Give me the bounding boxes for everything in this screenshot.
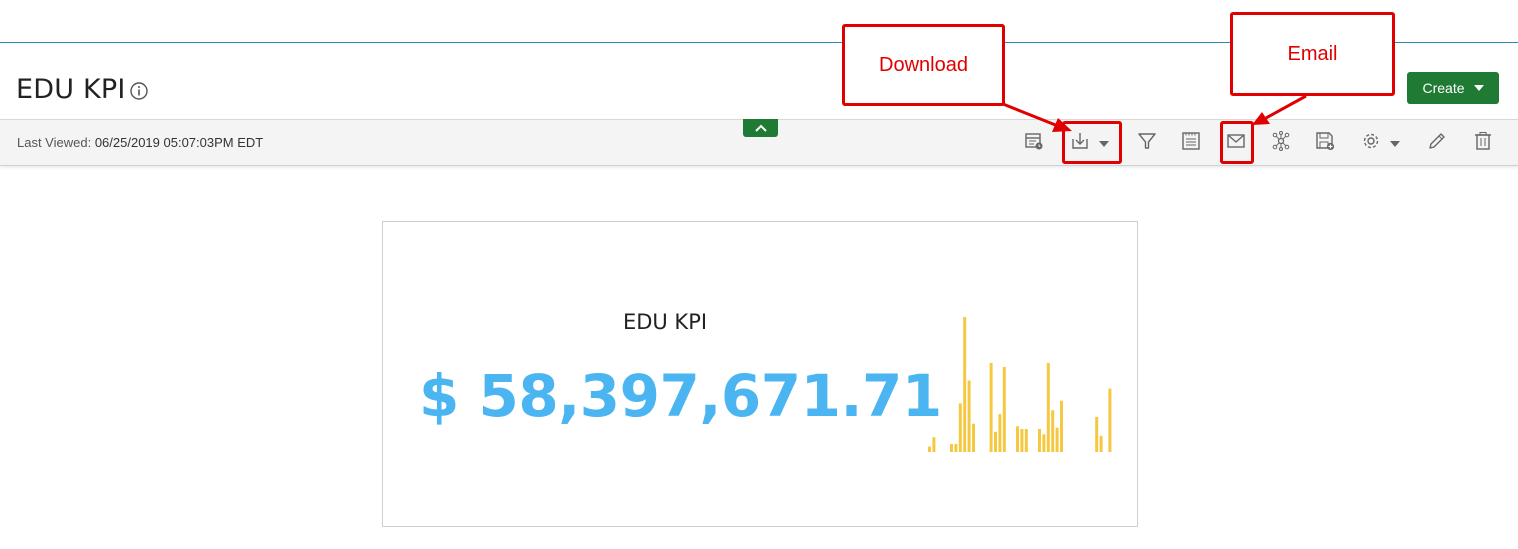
download-highlight xyxy=(1062,121,1122,164)
sparkline-bar xyxy=(950,443,953,452)
settings-dropdown-icon[interactable] xyxy=(1390,141,1400,147)
chevron-down-icon xyxy=(1473,85,1484,91)
sparkline-bar xyxy=(1038,429,1041,452)
sparkline-bar xyxy=(928,446,931,452)
create-button[interactable]: Create xyxy=(1407,72,1499,104)
save-as-icon[interactable] xyxy=(1314,130,1336,152)
sparkline-bar xyxy=(1002,367,1006,452)
kpi-value: $ 58,397,671.71 xyxy=(419,362,942,430)
sparkline-bar xyxy=(1099,435,1103,452)
create-button-label: Create xyxy=(1422,80,1465,96)
last-viewed-label: Last Viewed: xyxy=(17,135,92,150)
sparkline-bar xyxy=(1024,429,1028,452)
chevron-up-icon xyxy=(754,124,767,132)
sparkline-bar xyxy=(1095,416,1099,452)
sparkline-bar xyxy=(1016,426,1019,452)
sparkline-bar xyxy=(1060,400,1063,452)
download-callout-label: Download xyxy=(879,53,968,76)
email-callout: Email xyxy=(1230,12,1395,96)
kpi-title: EDU KPI xyxy=(622,310,708,334)
sparkline-bar xyxy=(972,423,975,452)
filter-icon[interactable] xyxy=(1136,130,1158,152)
email-highlight xyxy=(1220,121,1254,164)
sparkline-bar xyxy=(989,362,993,452)
kpi-card: EDU KPI $ 58,397,671.71 xyxy=(382,221,1138,527)
report-schedule-icon[interactable] xyxy=(1023,130,1045,152)
sparkline-bar xyxy=(1051,410,1055,453)
sparkline-bar xyxy=(994,431,997,453)
download-callout: Download xyxy=(842,24,1005,106)
sparkline-bar xyxy=(1042,434,1046,452)
sparkline-bar xyxy=(1046,362,1050,452)
page-title: EDU KPI xyxy=(16,74,126,105)
sparkline-bar xyxy=(967,380,971,452)
sparkline-bar xyxy=(932,437,936,452)
kpi-sparkline-chart xyxy=(928,317,1112,453)
sparkline-bar xyxy=(1108,388,1112,452)
info-icon[interactable] xyxy=(129,81,149,101)
notes-icon[interactable] xyxy=(1180,130,1202,152)
delete-icon[interactable] xyxy=(1472,130,1494,152)
edit-icon[interactable] xyxy=(1426,130,1448,152)
collapse-toolbar-button[interactable] xyxy=(743,119,778,137)
sparkline-bar xyxy=(998,414,1002,452)
sparkline-bar xyxy=(958,403,962,452)
sparkline-bar xyxy=(1020,429,1024,452)
email-arrow xyxy=(1265,94,1307,120)
sparkline-bar xyxy=(963,317,967,452)
last-viewed-value: 06/25/2019 05:07:03PM EDT xyxy=(94,135,264,150)
email-callout-label: Email xyxy=(1287,42,1338,65)
network-icon[interactable] xyxy=(1270,130,1292,152)
last-viewed: Last Viewed: 06/25/2019 05:07:03PM EDT xyxy=(17,135,263,150)
settings-icon[interactable] xyxy=(1360,130,1382,152)
sparkline-bar xyxy=(954,443,958,452)
sparkline-bar xyxy=(1055,427,1059,452)
